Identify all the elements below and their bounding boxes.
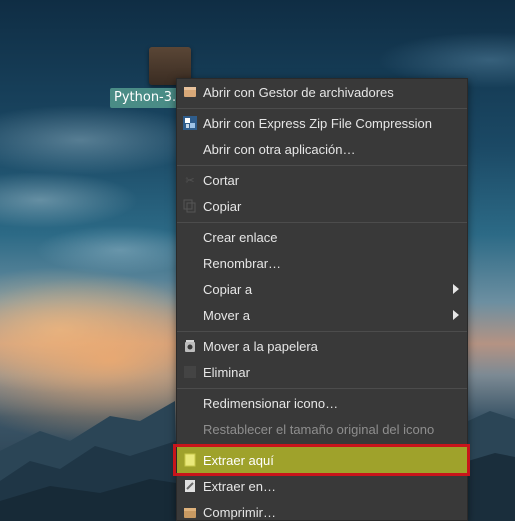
menu-item-open-archive-manager[interactable]: Abrir con Gestor de archivadores bbox=[177, 79, 467, 105]
extract-to-icon bbox=[183, 479, 197, 493]
menu-item-label: Redimensionar icono… bbox=[203, 395, 339, 411]
menu-separator bbox=[177, 388, 467, 389]
menu-item-label: Extraer en… bbox=[203, 478, 276, 494]
submenu-arrow-icon bbox=[453, 284, 459, 294]
menu-separator bbox=[177, 331, 467, 332]
menu-item-label: Extraer aquí bbox=[203, 452, 274, 468]
menu-item-label: Abrir con Express Zip File Compression bbox=[203, 115, 433, 131]
menu-item-extract-here[interactable]: Extraer aquí bbox=[177, 447, 467, 473]
menu-item-copy[interactable]: Copiar bbox=[177, 193, 467, 219]
extract-here-icon bbox=[183, 453, 197, 467]
copy-icon bbox=[183, 199, 197, 213]
menu-item-open-express-zip[interactable]: Abrir con Express Zip File Compression bbox=[177, 110, 467, 136]
menu-item-label: Crear enlace bbox=[203, 229, 278, 245]
submenu-arrow-icon bbox=[453, 310, 459, 320]
menu-item-label: Restablecer el tamaño original del icono bbox=[203, 421, 435, 437]
trash-icon bbox=[183, 339, 197, 353]
menu-item-label: Copiar a bbox=[203, 281, 253, 297]
menu-item-label: Copiar bbox=[203, 198, 242, 214]
menu-item-label: Mover a bbox=[203, 307, 250, 323]
menu-separator bbox=[177, 222, 467, 223]
menu-item-move-to-trash[interactable]: Mover a la papelera bbox=[177, 333, 467, 359]
menu-item-create-link[interactable]: Crear enlace bbox=[177, 224, 467, 250]
archive-manager-icon bbox=[183, 85, 197, 99]
menu-item-compress[interactable]: Comprimir… bbox=[177, 499, 467, 520]
menu-item-resize-icon[interactable]: Redimensionar icono… bbox=[177, 390, 467, 416]
menu-item-label: Abrir con Gestor de archivadores bbox=[203, 84, 394, 100]
menu-item-extract-to[interactable]: Extraer en… bbox=[177, 473, 467, 499]
scissors-icon: ✂ bbox=[185, 174, 195, 187]
menu-item-label: Eliminar bbox=[203, 364, 250, 380]
menu-item-copy-to[interactable]: Copiar a bbox=[177, 276, 467, 302]
desktop-file-label[interactable]: Python-3.9 bbox=[110, 88, 180, 108]
menu-item-move-to[interactable]: Mover a bbox=[177, 302, 467, 328]
menu-item-label: Abrir con otra aplicación… bbox=[203, 141, 356, 157]
menu-item-cut[interactable]: ✂ Cortar bbox=[177, 167, 467, 193]
menu-item-restore-icon-size: Restablecer el tamaño original del icono bbox=[177, 416, 467, 442]
compress-icon bbox=[183, 505, 197, 519]
express-zip-icon bbox=[183, 116, 197, 130]
menu-item-open-other-app[interactable]: Abrir con otra aplicación… bbox=[177, 136, 467, 162]
menu-item-delete[interactable]: Eliminar bbox=[177, 359, 467, 385]
menu-separator bbox=[177, 108, 467, 109]
menu-item-label: Renombrar… bbox=[203, 255, 282, 271]
menu-item-rename[interactable]: Renombrar… bbox=[177, 250, 467, 276]
context-menu: Abrir con Gestor de archivadores Abrir c… bbox=[176, 78, 468, 521]
menu-item-label: Mover a la papelera bbox=[203, 338, 318, 354]
menu-separator bbox=[177, 445, 467, 446]
menu-item-label: Comprimir… bbox=[203, 504, 276, 520]
menu-separator bbox=[177, 165, 467, 166]
delete-icon bbox=[183, 365, 197, 379]
menu-item-label: Cortar bbox=[203, 172, 240, 188]
